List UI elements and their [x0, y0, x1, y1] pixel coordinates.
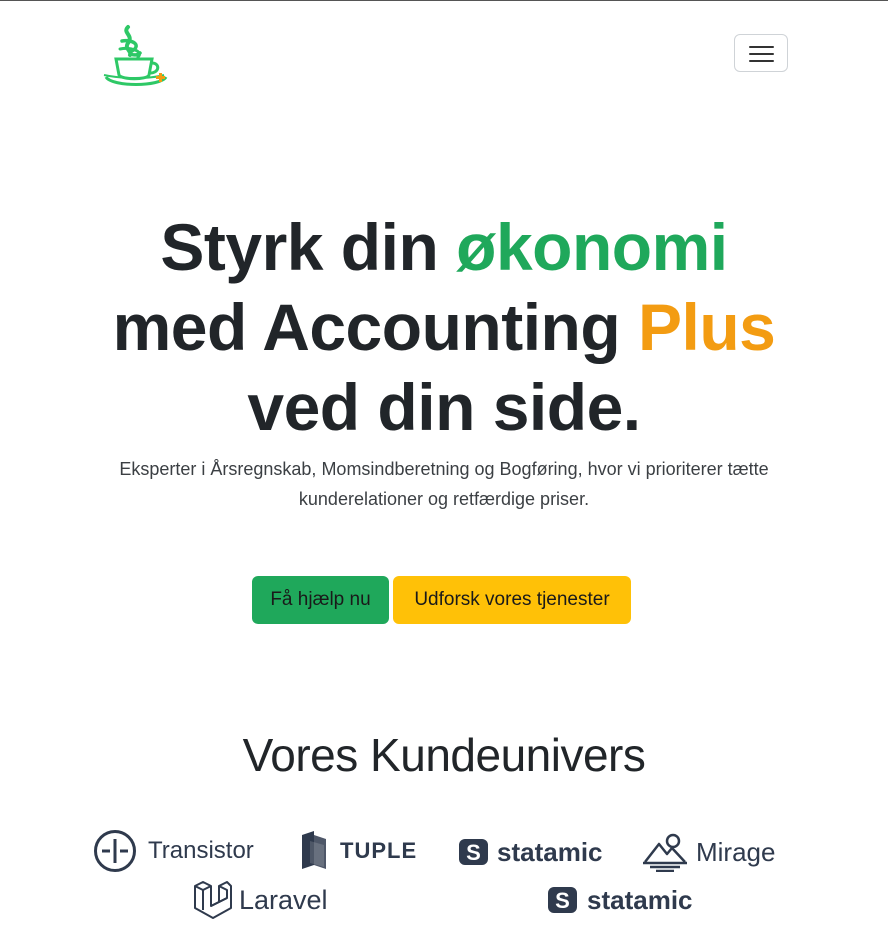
- customer-name: Laravel: [239, 884, 328, 915]
- hero-line3-text: ved din side.: [247, 370, 641, 444]
- svg-text:S: S: [555, 888, 570, 913]
- hero-highlight-okonomi: økonomi: [456, 210, 728, 284]
- get-help-button[interactable]: Få hjælp nu: [252, 576, 389, 624]
- customer-logo-tuple: TUPLE: [300, 831, 417, 871]
- explore-services-button[interactable]: Udforsk vores tjenester: [393, 576, 631, 624]
- customers-title: Vores Kundeunivers: [242, 729, 646, 781]
- customer-logo-statamic-2: S statamic: [548, 885, 693, 915]
- hero-highlight-plus: Plus: [638, 290, 776, 364]
- svg-text:S: S: [466, 840, 481, 865]
- customer-name: statamic: [497, 836, 603, 867]
- transistor-icon: [94, 830, 136, 872]
- hero-line2-text: med Accounting: [112, 290, 638, 364]
- laravel-icon: [194, 881, 232, 919]
- customer-name: TUPLE: [340, 838, 418, 863]
- customer-logo-transistor: Transistor: [93, 829, 254, 873]
- customer-name: statamic: [587, 884, 693, 915]
- coffee-cup-logo[interactable]: [102, 21, 170, 89]
- customer-logo-laravel: Laravel: [193, 879, 328, 921]
- hamburger-menu-button[interactable]: [734, 34, 788, 72]
- customer-logo-mirage: Mirage: [642, 831, 775, 873]
- hero-title: Styrk din økonomi med Accounting Plus ve…: [0, 207, 888, 447]
- customer-name: Mirage: [696, 836, 776, 867]
- tuple-icon: [302, 831, 326, 869]
- statamic-icon: S: [548, 887, 577, 913]
- mirage-icon: [643, 833, 687, 872]
- hamburger-bar: [749, 53, 774, 55]
- navbar: [0, 1, 888, 101]
- statamic-icon: S: [459, 839, 488, 865]
- customer-name: Transistor: [148, 837, 254, 864]
- customer-logo-statamic: S statamic: [459, 837, 603, 867]
- hamburger-bar: [749, 60, 774, 62]
- hero-lead-text: Eksperter i Årsregnskab, Momsindberetnin…: [119, 459, 769, 509]
- hamburger-menu-icon: [749, 46, 774, 48]
- hero-line1-text: Styrk din: [160, 210, 457, 284]
